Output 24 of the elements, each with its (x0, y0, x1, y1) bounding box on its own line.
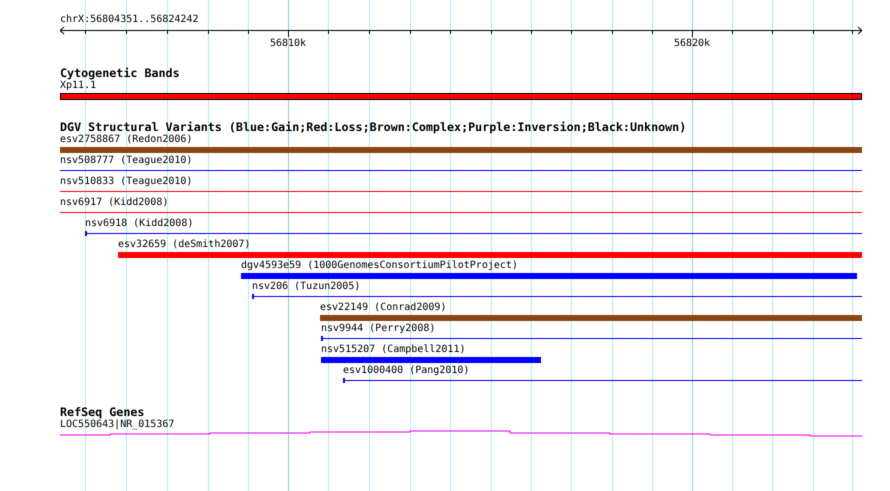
feature-label: nsv510833 (Teague2010) (60, 176, 192, 187)
feature-label: nsv508777 (Teague2010) (60, 155, 192, 166)
feature-label: nsv6917 (Kidd2008) (60, 197, 168, 208)
start-tick-icon (343, 378, 345, 383)
feature-label: nsv515207 (Campbell2011) (321, 344, 466, 355)
ruler-label: chrX:56804351..56824242 (60, 14, 198, 26)
feature-label: dgv4593e59 (1000GenomesConsortiumPilotProject) (241, 260, 518, 271)
feature-label: esv32659 (deSmith2007) (118, 239, 250, 250)
feature-label: nsv6918 (Kidd2008) (85, 218, 194, 229)
feature-label: esv1000400 (Pang2010) (343, 365, 470, 376)
start-tick-icon (321, 336, 323, 341)
feature-label: Xp11.1 (60, 80, 96, 91)
feature-label: nsv206 (Tuzun2005) (252, 281, 360, 292)
feature-label: nsv9944 (Perry2008) (321, 323, 436, 334)
feature-label: LOC550643|NR_015367 (60, 419, 174, 430)
start-tick-icon (252, 294, 254, 299)
feature-label: esv2758867 (Redon2006) (60, 134, 192, 145)
track-title: RefSeq Genes (60, 406, 144, 419)
ruler-tick-label: 56810k (270, 38, 306, 50)
track-title: Cytogenetic Bands (60, 67, 180, 80)
feature-label: esv22149 (Conrad2009) (320, 302, 446, 313)
ruler-tick-label: 56820k (674, 38, 710, 50)
track-title: DGV Structural Variants (Blue:Gain;Red:Loss;Brown:Complex;Purple:Inversion;Black:Unknown) (60, 121, 686, 134)
start-tick-icon (85, 231, 87, 236)
